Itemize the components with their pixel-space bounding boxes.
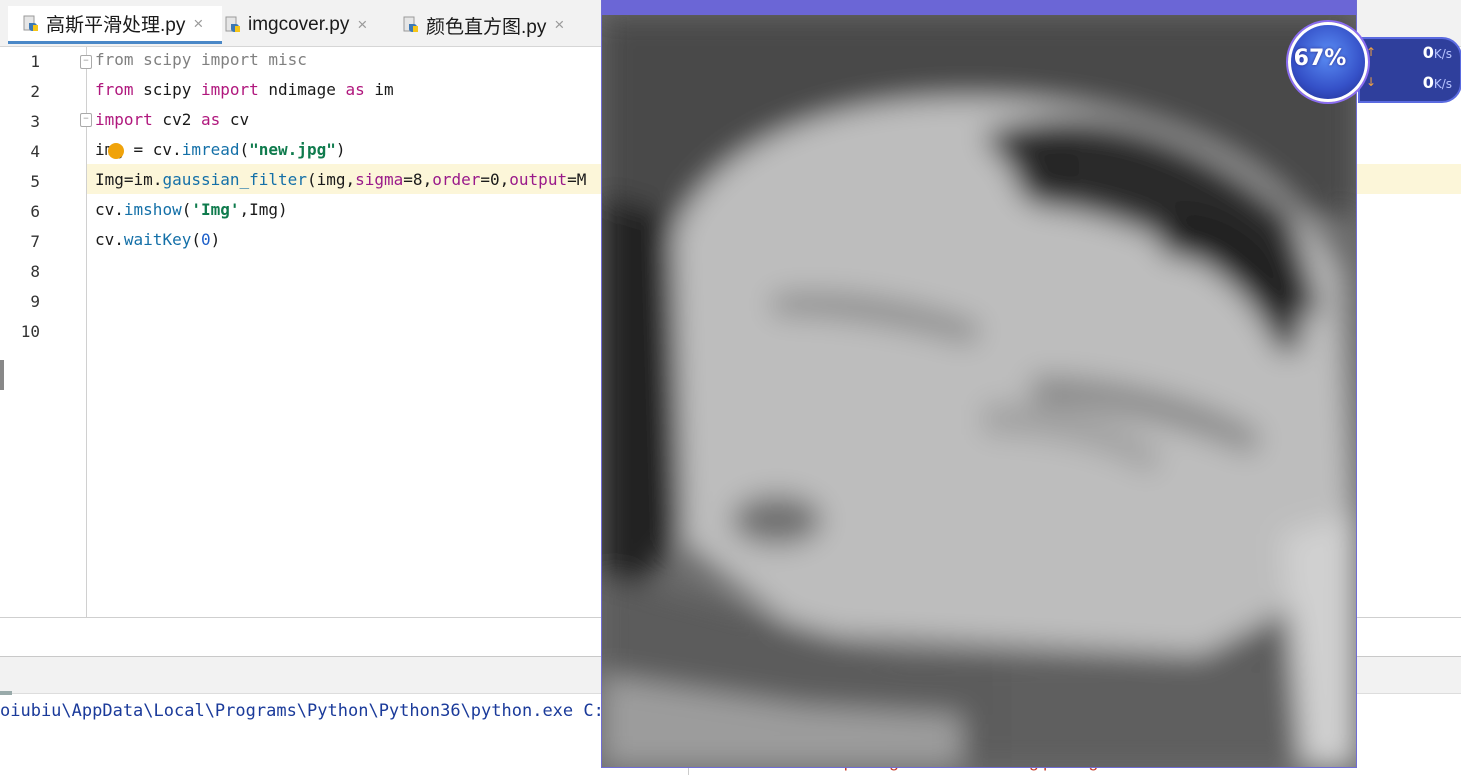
line-number-gutter: 1 2 3 4 5 6 7 8 9 10 xyxy=(0,47,87,617)
identifier: cv2 xyxy=(152,110,201,129)
code-line-1: from scipy import misc xyxy=(95,45,307,75)
punctuation: ) xyxy=(335,140,346,159)
python-file-icon xyxy=(402,16,420,34)
punctuation: ( xyxy=(181,200,192,219)
keyword: from xyxy=(95,80,134,99)
python-file-icon xyxy=(224,16,242,34)
parameter-name: order xyxy=(432,170,481,189)
identifier: scipy xyxy=(133,80,201,99)
identifier: cv. xyxy=(95,200,124,219)
argument: =8, xyxy=(403,170,433,189)
punctuation: ( xyxy=(191,230,201,249)
fold-marker-icon[interactable]: − xyxy=(80,55,92,69)
string-literal: "new.jpg" xyxy=(249,140,336,159)
side-tool-strip[interactable] xyxy=(0,360,4,390)
keyword: from xyxy=(95,50,134,69)
download-unit: K/s xyxy=(1433,77,1452,91)
line-number: 7 xyxy=(30,232,40,251)
tab-label: 高斯平滑处理.py xyxy=(46,15,186,36)
line-number: 9 xyxy=(30,292,40,311)
usage-percent: 67% xyxy=(1293,46,1347,71)
tab-color-histogram[interactable]: 颜色直方图.py × xyxy=(402,6,582,44)
parameter-name: output xyxy=(509,170,568,189)
code-line-5: Img=im.gaussian_filter(img,sigma=8,order… xyxy=(95,165,586,195)
upload-unit: K/s xyxy=(1433,47,1452,61)
function-name: imread xyxy=(181,140,240,159)
identifier: im xyxy=(364,80,394,99)
blurred-image-canvas xyxy=(602,15,1356,767)
download-arrow-icon: ↓ xyxy=(1366,75,1377,89)
keyword: import xyxy=(95,110,153,129)
line-number: 6 xyxy=(30,202,40,221)
punctuation: ) xyxy=(210,230,221,249)
line-number: 4 xyxy=(30,142,40,161)
keyword: import xyxy=(200,80,259,99)
network-speed-widget[interactable]: ↑ 0K/s ↓ 0K/s 67% xyxy=(1280,22,1461,103)
fold-marker-icon[interactable]: − xyxy=(80,113,92,127)
keyword: import xyxy=(200,50,259,69)
function-name: gaussian_filter xyxy=(162,170,307,189)
number-literal: 0 xyxy=(200,230,211,249)
line-number: 10 xyxy=(20,322,40,341)
tab-imgcover[interactable]: imgcover.py × xyxy=(224,6,384,44)
code-line-6: cv.imshow('Img',Img) xyxy=(95,195,288,225)
intention-bulb-icon[interactable] xyxy=(108,143,124,159)
close-tab-icon[interactable]: × xyxy=(193,14,203,34)
run-tab-indicator xyxy=(0,691,12,695)
close-tab-icon[interactable]: × xyxy=(554,15,564,35)
code-line-3: import cv2 as cv xyxy=(95,105,249,135)
upload-speed: ↑ 0K/s xyxy=(1366,41,1458,69)
identifier: (img, xyxy=(306,170,356,189)
function-name: imshow xyxy=(123,200,182,219)
upload-value: 0 xyxy=(1422,43,1434,62)
tab-label: imgcover.py xyxy=(248,14,350,35)
python-file-icon xyxy=(22,15,40,33)
identifier: cv. xyxy=(95,230,124,249)
identifier: scipy xyxy=(133,50,201,69)
keyword: as xyxy=(345,80,365,99)
blurred-image xyxy=(602,15,1356,767)
line-number: 8 xyxy=(30,262,40,281)
image-window[interactable] xyxy=(601,0,1357,768)
close-tab-icon[interactable]: × xyxy=(357,15,367,35)
argument: =M xyxy=(567,170,587,189)
code-line-4: img = cv.imread("new.jpg") xyxy=(95,135,345,165)
line-number: 3 xyxy=(30,112,40,131)
speed-panel: ↑ 0K/s ↓ 0K/s xyxy=(1358,37,1461,103)
tab-gaussian-smoothing[interactable]: 高斯平滑处理.py × xyxy=(8,6,222,44)
identifier: im. xyxy=(133,170,163,189)
identifier: cv xyxy=(220,110,250,129)
identifier: Img xyxy=(95,170,124,189)
download-speed: ↓ 0K/s xyxy=(1366,71,1458,99)
parameter-name: sigma xyxy=(355,170,404,189)
download-value: 0 xyxy=(1422,73,1434,92)
code-line-7: cv.waitKey(0) xyxy=(95,225,220,255)
operator: = xyxy=(123,170,134,189)
console-output[interactable]: oiubiu\AppData\Local\Programs\Python\Pyt… xyxy=(0,701,624,721)
line-number: 1 xyxy=(30,52,40,71)
image-window-titlebar[interactable] xyxy=(602,0,1356,15)
keyword: as xyxy=(200,110,221,129)
code-line-2: from scipy import ndimage as im xyxy=(95,75,394,105)
identifier: ndimage xyxy=(258,80,346,99)
line-number: 5 xyxy=(30,172,40,191)
line-number: 2 xyxy=(30,82,40,101)
argument: =0, xyxy=(480,170,510,189)
identifier: misc xyxy=(258,50,307,69)
function-name: waitKey xyxy=(123,230,192,249)
string-literal: 'Img' xyxy=(191,200,240,219)
tab-label: 颜色直方图.py xyxy=(426,16,547,38)
punctuation: ( xyxy=(239,140,250,159)
identifier: ,Img) xyxy=(239,200,288,219)
